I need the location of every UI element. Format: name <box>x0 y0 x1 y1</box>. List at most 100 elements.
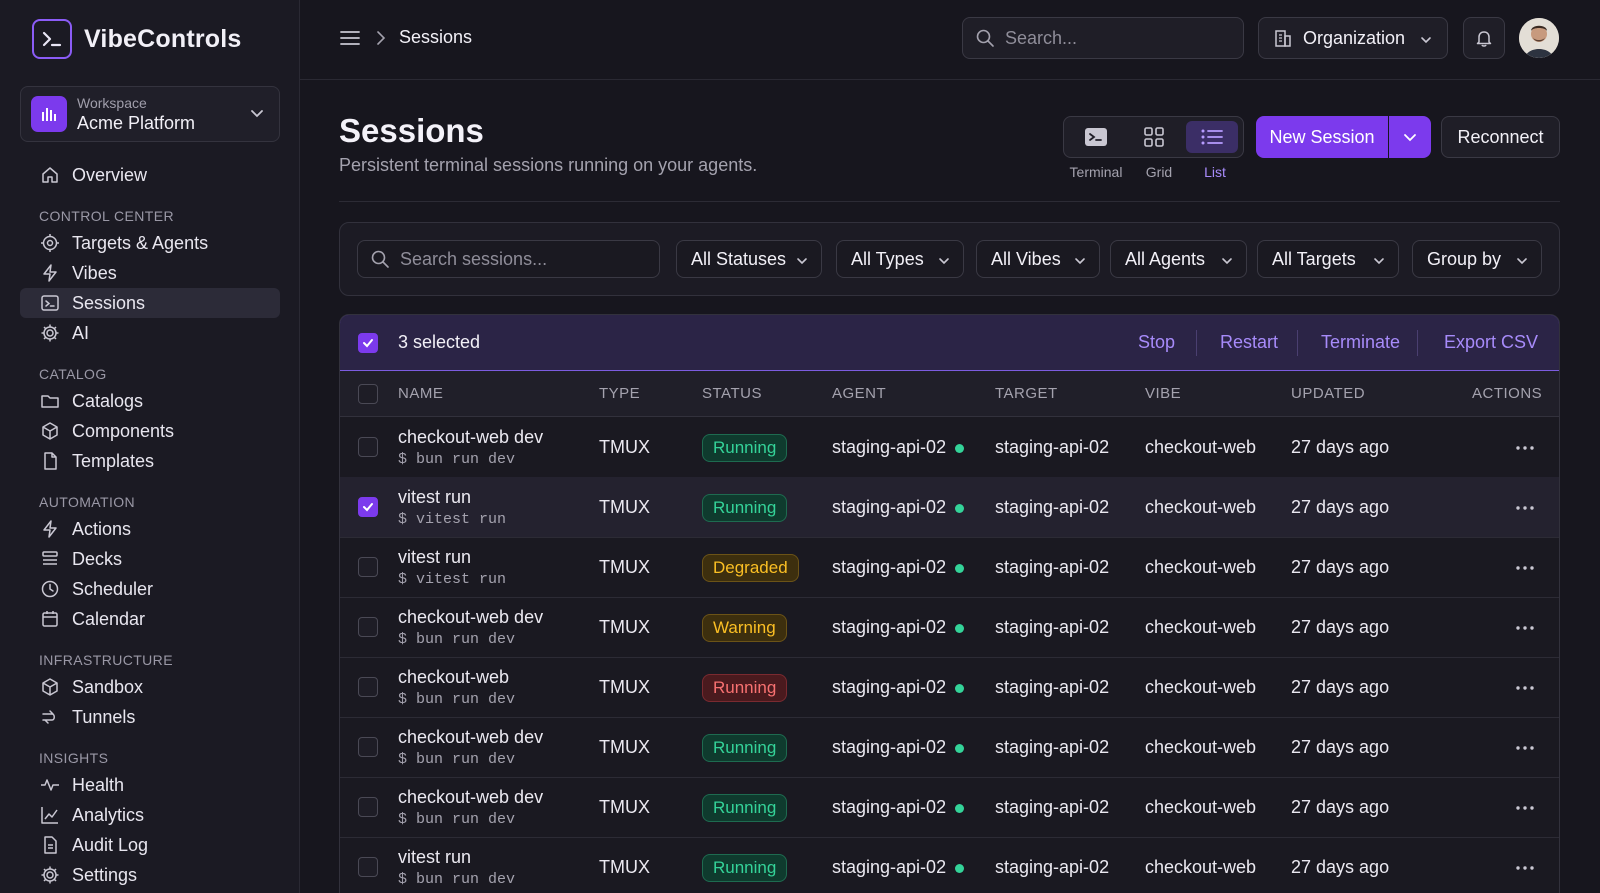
target-name[interactable]: staging-api-02 <box>995 617 1109 638</box>
target-name[interactable]: staging-api-02 <box>995 797 1109 818</box>
agent-name[interactable]: staging-api-02 <box>832 437 946 458</box>
target-name[interactable]: staging-api-02 <box>995 437 1109 458</box>
column-header-agent[interactable]: AGENT <box>832 385 886 402</box>
view-list-button[interactable] <box>1186 121 1238 153</box>
group-by-dropdown[interactable]: Group by <box>1412 240 1542 278</box>
table-row[interactable]: checkout-web $ bun run dev TMUX Running … <box>340 657 1559 718</box>
column-header-type[interactable]: TYPE <box>599 385 640 402</box>
sidebar-item-catalogs[interactable]: Catalogs <box>20 386 280 416</box>
vibe-name[interactable]: checkout-web <box>1145 497 1256 518</box>
status-filter[interactable]: All Statuses <box>676 240 822 278</box>
row-checkbox[interactable] <box>358 857 378 877</box>
new-session-button[interactable]: New Session <box>1256 116 1388 158</box>
brand[interactable]: VibeControls <box>32 19 242 59</box>
more-actions-icon[interactable] <box>1514 497 1536 524</box>
sidebar-item-health[interactable]: Health <box>20 770 280 800</box>
session-search[interactable] <box>357 240 660 278</box>
global-search[interactable] <box>962 17 1244 59</box>
row-checkbox[interactable] <box>358 677 378 697</box>
vibe-name[interactable]: checkout-web <box>1145 557 1256 578</box>
session-name[interactable]: checkout-web <box>398 667 509 688</box>
column-header-name[interactable]: NAME <box>398 385 443 402</box>
session-name[interactable]: vitest run <box>398 547 471 568</box>
session-search-input[interactable] <box>400 248 650 270</box>
agent-name[interactable]: staging-api-02 <box>832 797 946 818</box>
reconnect-button[interactable]: Reconnect <box>1441 116 1560 158</box>
agent-name[interactable]: staging-api-02 <box>832 617 946 638</box>
session-name[interactable]: vitest run <box>398 847 471 868</box>
target-name[interactable]: staging-api-02 <box>995 677 1109 698</box>
sidebar-item-decks[interactable]: Decks <box>20 544 280 574</box>
sidebar-item-scheduler[interactable]: Scheduler <box>20 574 280 604</box>
column-header-updated[interactable]: UPDATED <box>1291 385 1365 402</box>
session-name[interactable]: checkout-web dev <box>398 727 543 748</box>
column-header-status[interactable]: STATUS <box>702 385 762 402</box>
table-row[interactable]: checkout-web dev $ bun run dev TMUX Runn… <box>340 417 1559 478</box>
target-name[interactable]: staging-api-02 <box>995 557 1109 578</box>
sidebar-item-analytics[interactable]: Analytics <box>20 800 280 830</box>
avatar[interactable] <box>1519 18 1559 58</box>
target-filter[interactable]: All Targets <box>1257 240 1399 278</box>
vibe-name[interactable]: checkout-web <box>1145 437 1256 458</box>
sidebar-item-templates[interactable]: Templates <box>20 446 280 476</box>
sidebar-item-targets-agents[interactable]: Targets & Agents <box>20 228 280 258</box>
vibe-name[interactable]: checkout-web <box>1145 857 1256 878</box>
column-header-vibe[interactable]: VIBE <box>1145 385 1181 402</box>
sidebar-item-overview[interactable]: Overview <box>20 160 280 190</box>
table-row[interactable]: checkout-web dev $ bun run dev TMUX Runn… <box>340 717 1559 778</box>
vibe-name[interactable]: checkout-web <box>1145 797 1256 818</box>
table-row[interactable]: vitest run $ vitest run TMUX Running sta… <box>340 477 1559 538</box>
session-name[interactable]: checkout-web dev <box>398 427 543 448</box>
agent-name[interactable]: staging-api-02 <box>832 677 946 698</box>
more-actions-icon[interactable] <box>1514 677 1536 704</box>
row-checkbox[interactable] <box>358 557 378 577</box>
sidebar-item-actions[interactable]: Actions <box>20 514 280 544</box>
session-name[interactable]: vitest run <box>398 487 471 508</box>
row-checkbox[interactable] <box>358 497 378 517</box>
sidebar-item-sessions[interactable]: Sessions <box>20 288 280 318</box>
stop-button[interactable]: Stop <box>1138 332 1175 353</box>
sidebar-item-ai[interactable]: AI <box>20 318 280 348</box>
more-actions-icon[interactable] <box>1514 557 1536 584</box>
sidebar-item-settings[interactable]: Settings <box>20 860 280 890</box>
agent-name[interactable]: staging-api-02 <box>832 737 946 758</box>
sidebar-item-vibes[interactable]: Vibes <box>20 258 280 288</box>
agent-name[interactable]: staging-api-02 <box>832 497 946 518</box>
table-row[interactable]: vitest run $ bun run dev TMUX Running st… <box>340 837 1559 893</box>
vibe-name[interactable]: checkout-web <box>1145 617 1256 638</box>
row-checkbox[interactable] <box>358 617 378 637</box>
row-checkbox[interactable] <box>358 737 378 757</box>
select-all-checkbox[interactable] <box>358 333 378 353</box>
more-actions-icon[interactable] <box>1514 617 1536 644</box>
column-header-target[interactable]: TARGET <box>995 385 1058 402</box>
vibe-name[interactable]: checkout-web <box>1145 677 1256 698</box>
row-checkbox[interactable] <box>358 797 378 817</box>
table-row[interactable]: checkout-web dev $ bun run dev TMUX Runn… <box>340 777 1559 838</box>
workspace-switcher[interactable]: Workspace Acme Platform <box>20 86 280 142</box>
session-name[interactable]: checkout-web dev <box>398 607 543 628</box>
agent-name[interactable]: staging-api-02 <box>832 857 946 878</box>
more-actions-icon[interactable] <box>1514 797 1536 824</box>
organization-dropdown[interactable]: Organization <box>1258 17 1448 59</box>
agent-filter[interactable]: All Agents <box>1110 240 1247 278</box>
target-name[interactable]: staging-api-02 <box>995 737 1109 758</box>
target-name[interactable]: staging-api-02 <box>995 857 1109 878</box>
table-row[interactable]: checkout-web dev $ bun run dev TMUX Warn… <box>340 597 1559 658</box>
more-actions-icon[interactable] <box>1514 437 1536 464</box>
view-terminal-button[interactable] <box>1070 121 1122 153</box>
restart-button[interactable]: Restart <box>1220 332 1278 353</box>
sidebar-item-sandbox[interactable]: Sandbox <box>20 672 280 702</box>
more-actions-icon[interactable] <box>1514 857 1536 884</box>
sidebar-item-audit-log[interactable]: Audit Log <box>20 830 280 860</box>
session-name[interactable]: checkout-web dev <box>398 787 543 808</box>
export-csv-button[interactable]: Export CSV <box>1444 332 1538 353</box>
sidebar-item-calendar[interactable]: Calendar <box>20 604 280 634</box>
sidebar-item-tunnels[interactable]: Tunnels <box>20 702 280 732</box>
type-filter[interactable]: All Types <box>836 240 964 278</box>
menu-icon[interactable] <box>339 28 361 53</box>
more-actions-icon[interactable] <box>1514 737 1536 764</box>
global-search-input[interactable] <box>1005 27 1225 49</box>
notifications-button[interactable] <box>1463 17 1505 59</box>
sidebar-item-components[interactable]: Components <box>20 416 280 446</box>
row-checkbox[interactable] <box>358 437 378 457</box>
